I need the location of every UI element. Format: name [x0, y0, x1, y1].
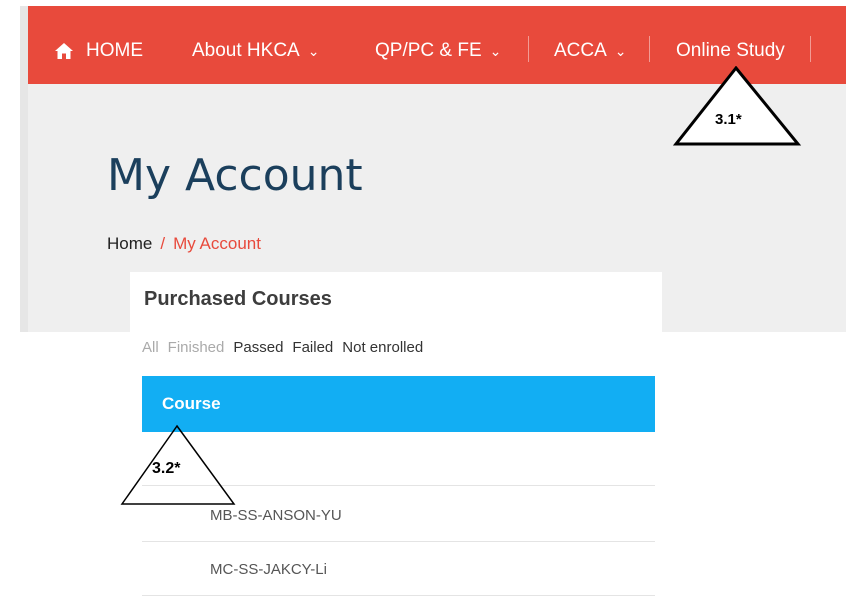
nav-home-link[interactable]: HOME	[54, 31, 143, 71]
filter-not-enrolled[interactable]: Not enrolled	[342, 339, 423, 356]
breadcrumb: Home / My Account	[107, 234, 261, 254]
course-name[interactable]: MC-SS-JAKCY-Li	[210, 561, 327, 578]
nav-separator	[810, 36, 811, 62]
nav-separator	[528, 36, 529, 62]
nav-item-label: QP/PC & FE	[375, 40, 482, 61]
nav-item-label: About HKCA	[192, 40, 300, 61]
filter-failed[interactable]: Failed	[292, 339, 333, 356]
nav-item-online-study[interactable]: Online Study	[676, 31, 785, 71]
annotation-label-3-2: 3.2*	[152, 460, 181, 477]
breadcrumb-separator: /	[160, 234, 166, 253]
nav-item-label: Online Study	[676, 40, 785, 61]
nav-separator	[649, 36, 650, 62]
page-title: My Account	[107, 150, 363, 201]
nav-item-qp-pc-fe[interactable]: QP/PC & FE ⌄	[375, 31, 501, 71]
nav-item-about-hkca[interactable]: About HKCA ⌄	[192, 31, 319, 71]
annotation-label-3-1: 3.1*	[715, 111, 742, 128]
course-name[interactable]: MB-SS-ANSON-YU	[210, 507, 342, 524]
course-filter-tabs: All Finished Passed Failed Not enrolled	[142, 339, 423, 356]
breadcrumb-current: My Account	[173, 234, 261, 253]
table-row[interactable]: MC-SS-JAKCY-Li	[142, 542, 655, 596]
filter-passed[interactable]: Passed	[233, 339, 283, 356]
nav-home-label: HOME	[86, 40, 143, 61]
nav-item-acca[interactable]: ACCA ⌄	[554, 31, 627, 71]
breadcrumb-home-link[interactable]: Home	[107, 234, 152, 253]
home-icon	[55, 43, 73, 59]
annotation-triangle-icon	[672, 66, 802, 146]
course-column-header: Course	[162, 394, 221, 413]
chevron-down-icon: ⌄	[307, 42, 320, 59]
purchased-courses-heading: Purchased Courses	[144, 288, 332, 310]
filter-all[interactable]: All	[142, 339, 159, 356]
filter-finished[interactable]: Finished	[168, 339, 225, 356]
chevron-down-icon: ⌄	[489, 42, 502, 59]
nav-item-label: ACCA	[554, 40, 607, 61]
chevron-down-icon: ⌄	[614, 42, 627, 59]
